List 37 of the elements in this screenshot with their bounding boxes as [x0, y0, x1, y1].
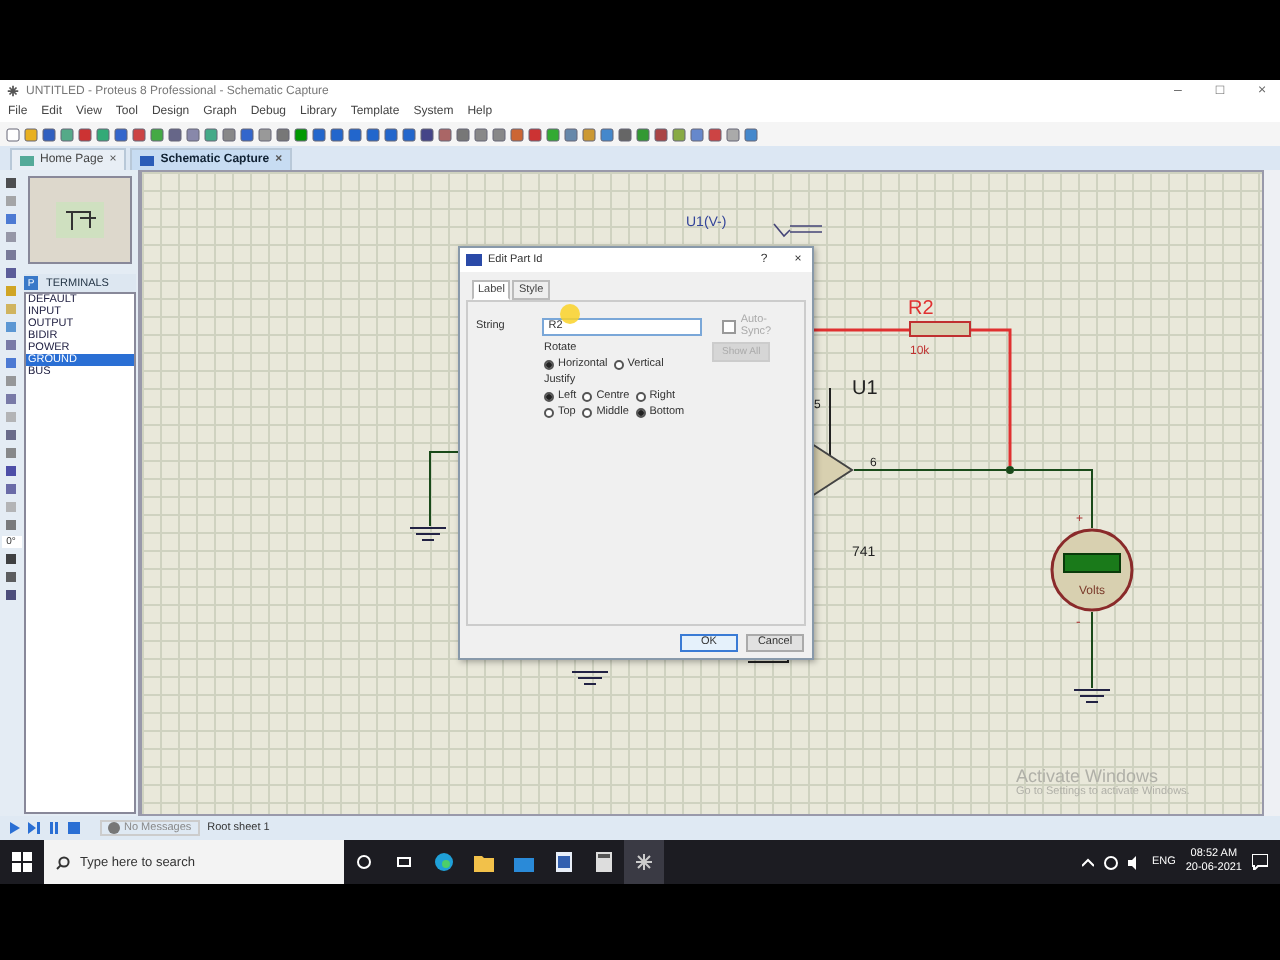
wire — [429, 451, 461, 527]
dialog-icon — [466, 254, 482, 266]
play-icon[interactable] — [8, 822, 20, 834]
radio-button[interactable] — [544, 359, 554, 369]
speaker-icon[interactable] — [1127, 855, 1142, 869]
ground-symbol — [571, 671, 609, 685]
radio-button[interactable] — [635, 391, 646, 401]
activation-title: Activate Windows — [1016, 766, 1161, 786]
pause-icon[interactable] — [48, 822, 60, 834]
radio-button[interactable] — [582, 407, 593, 417]
vertical-scrollbar[interactable] — [1264, 170, 1280, 816]
radio-button[interactable] — [544, 391, 554, 401]
opamp-reference: U1 — [852, 378, 878, 400]
radio-button[interactable] — [582, 391, 593, 401]
radio-button[interactable] — [613, 359, 624, 369]
schematic-thumbnail — [56, 202, 104, 238]
windows-logo-icon — [12, 852, 32, 872]
resistor-reference: R2 — [908, 298, 934, 320]
cursor-highlight-icon — [560, 304, 580, 324]
tab-icon — [140, 153, 155, 167]
radio-button[interactable] — [635, 407, 646, 417]
radio-button[interactable] — [544, 407, 554, 417]
search-icon — [56, 855, 70, 869]
notification-icon[interactable] — [1252, 854, 1268, 870]
globe-icon[interactable] — [1103, 855, 1118, 869]
chevron-up-icon[interactable] — [1081, 857, 1094, 867]
probe-symbol — [773, 223, 823, 238]
ground-symbol — [1073, 689, 1111, 703]
tab-icon — [20, 153, 34, 167]
voltmeter-symbol — [1050, 528, 1134, 612]
step-icon[interactable] — [28, 822, 40, 834]
info-icon — [108, 822, 120, 834]
resistor-symbol — [909, 321, 971, 337]
app-icon — [6, 84, 20, 98]
wire — [1091, 611, 1093, 689]
junction-dot — [1006, 466, 1014, 474]
ground-symbol — [409, 527, 447, 541]
